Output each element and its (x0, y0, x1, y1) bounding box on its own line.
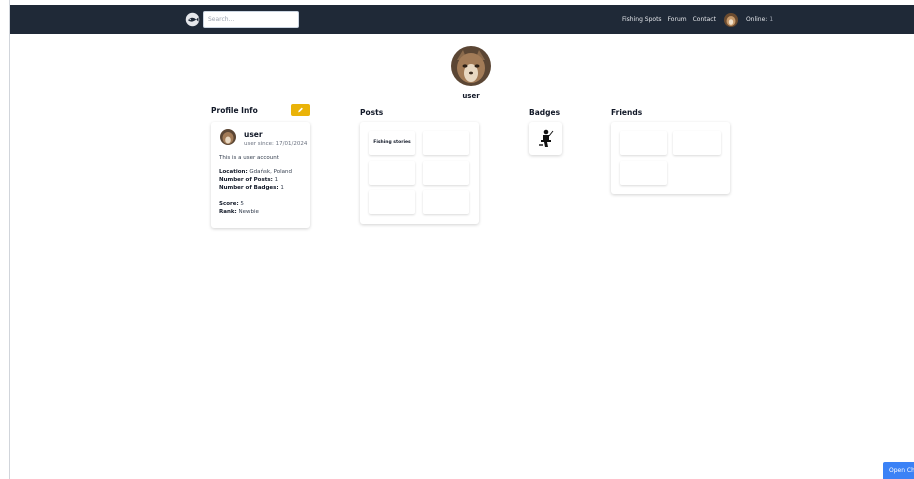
badges-count-label: Number of Badges: (219, 185, 279, 191)
left-border (0, 0, 10, 479)
badges-count-row: Number of Badges: 1 (219, 185, 284, 191)
section-title-friends: Friends (611, 108, 643, 117)
nav-links: Fishing Spots Forum Contact Online: 1 (622, 5, 773, 34)
posts-count-row: Number of Posts: 1 (219, 177, 278, 183)
friends-card (611, 122, 730, 194)
online-label: Online: (745, 16, 768, 23)
location-label: Location: (219, 169, 248, 175)
rank-label: Rank: (219, 209, 237, 215)
rank-value: Newbie (238, 209, 259, 215)
nav-link-fishing-spots[interactable]: Fishing Spots (622, 16, 662, 23)
fisherman-badge-icon[interactable] (537, 129, 554, 148)
section-title-badges: Badges (529, 108, 561, 117)
profile-username: user (462, 92, 480, 100)
location-value: Gdańsk, Poland (249, 169, 292, 175)
post-tile[interactable]: Fishing stories (369, 131, 415, 155)
fish-logo-icon[interactable] (185, 12, 200, 27)
location-row: Location: Gdańsk, Poland (219, 169, 292, 175)
nav-link-forum[interactable]: Forum (668, 16, 687, 23)
navbar: Fishing Spots Forum Contact Online:1 (10, 5, 914, 34)
friend-tile[interactable] (620, 131, 667, 155)
post-tile[interactable] (423, 131, 469, 155)
rank-row: Rank: Newbie (219, 209, 259, 215)
posts-count-label: Number of Posts: (219, 177, 273, 183)
nav-link-contact[interactable]: Contact (693, 16, 716, 23)
badges-count-value: 1 (280, 185, 284, 191)
profile-avatar (451, 46, 491, 86)
post-tile[interactable] (423, 161, 469, 185)
post-tile[interactable] (369, 190, 415, 214)
bio-text: This is a user account (219, 155, 279, 161)
section-title-profile-info: Profile Info (211, 106, 258, 115)
post-title: Fishing stories (373, 140, 411, 145)
open-chat-button[interactable]: Open Chat (883, 462, 914, 479)
score-label: Score: (219, 201, 239, 207)
profile-info-card: user user since: 17/01/2024 This is a us… (211, 122, 310, 228)
online-count: 1 (769, 16, 774, 23)
card-avatar (220, 129, 236, 145)
pencil-icon (298, 107, 303, 113)
posts-count-value: 1 (274, 177, 279, 183)
section-title-posts: Posts (360, 108, 384, 117)
search-input[interactable] (203, 11, 299, 28)
friend-tile[interactable] (673, 131, 721, 155)
score-value: 5 (240, 201, 244, 207)
posts-card: Fishing stories (360, 122, 479, 224)
score-row: Score: 5 (219, 201, 244, 207)
post-tile[interactable] (369, 161, 415, 185)
friend-tile[interactable] (620, 161, 667, 185)
post-tile[interactable] (423, 190, 469, 214)
card-username: user (244, 130, 263, 139)
badges-card (529, 122, 562, 155)
nav-avatar[interactable] (723, 12, 738, 27)
edit-profile-button[interactable] (291, 104, 310, 116)
member-since: user since: 17/01/2024 (244, 141, 308, 147)
